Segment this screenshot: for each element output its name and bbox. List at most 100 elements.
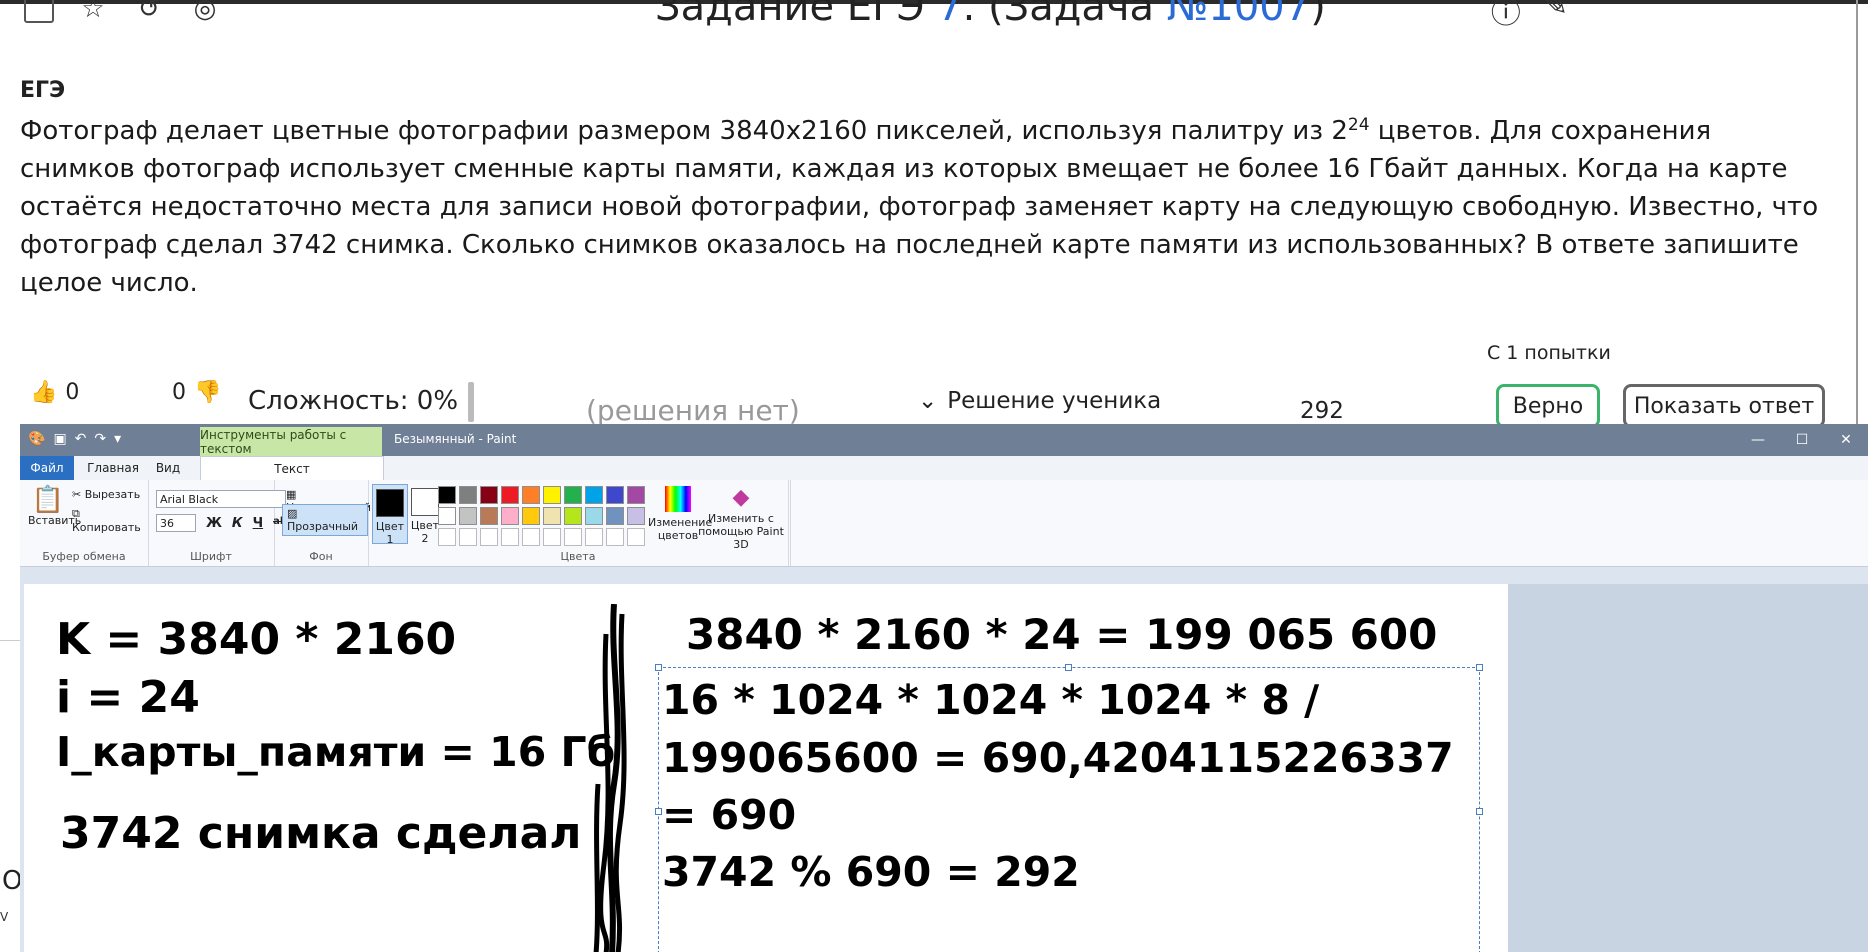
thumbs-down-icon: 👎 bbox=[194, 380, 222, 405]
save-icon[interactable]: ▣ bbox=[53, 431, 66, 447]
resize-handle[interactable] bbox=[655, 808, 662, 815]
cut-button[interactable]: ✂ Вырезать bbox=[72, 488, 140, 501]
minimize-icon[interactable]: — bbox=[1736, 424, 1780, 456]
palette-swatch[interactable] bbox=[480, 528, 498, 546]
tab-file[interactable]: Файл bbox=[20, 456, 74, 480]
palette-swatch[interactable] bbox=[438, 528, 456, 546]
task-actions: ⓘ ✎ bbox=[1491, 0, 1568, 32]
palette-swatch[interactable] bbox=[606, 486, 624, 504]
palette-swatch[interactable] bbox=[522, 528, 540, 546]
edit-pencil-icon[interactable]: ✎ bbox=[1543, 0, 1568, 32]
paint-window-title: Безымянный - Paint bbox=[394, 432, 517, 446]
copy-icon: ⧉ bbox=[72, 507, 80, 520]
italic-button[interactable]: К bbox=[232, 516, 243, 531]
palette-swatch[interactable] bbox=[585, 486, 603, 504]
palette-swatch[interactable] bbox=[627, 486, 645, 504]
attempts-label: С 1 попытки bbox=[1487, 342, 1611, 364]
hide-eye-icon[interactable]: ◎ bbox=[188, 0, 222, 24]
close-icon[interactable]: ✕ bbox=[1824, 424, 1868, 456]
palette-swatch[interactable] bbox=[459, 507, 477, 525]
canvas-line: K = 3840 * 2160 bbox=[56, 614, 457, 665]
resize-handle[interactable] bbox=[1065, 664, 1072, 671]
palette-swatch[interactable] bbox=[627, 528, 645, 546]
font-family-select[interactable]: Arial Black bbox=[156, 490, 286, 508]
palette-swatch[interactable] bbox=[606, 507, 624, 525]
palette-swatch[interactable] bbox=[585, 528, 603, 546]
palette-swatch[interactable] bbox=[543, 486, 561, 504]
paint3d-button[interactable]: ◆ Изменить с помощью Paint 3D bbox=[696, 484, 786, 551]
palette-swatch[interactable] bbox=[480, 486, 498, 504]
color1-button[interactable]: Цвет 1 bbox=[372, 484, 408, 546]
palette-swatch[interactable] bbox=[522, 507, 540, 525]
customize-icon[interactable]: ▾ bbox=[114, 431, 121, 447]
paste-button[interactable]: 📋 Вставить bbox=[28, 486, 81, 527]
correct-button[interactable]: Верно bbox=[1496, 384, 1600, 428]
bold-button[interactable]: Ж bbox=[206, 516, 222, 531]
task-type-link[interactable]: 7 bbox=[937, 0, 962, 30]
history-icon[interactable]: ↺ bbox=[132, 0, 166, 24]
palette-swatch[interactable] bbox=[627, 507, 645, 525]
title-prefix: Задание ЕГЭ bbox=[655, 0, 938, 30]
palette-swatch[interactable] bbox=[564, 507, 582, 525]
ribbon-tabs: Файл Главная Вид Текст bbox=[20, 456, 1868, 481]
palette-swatch[interactable] bbox=[501, 528, 519, 546]
resize-handle[interactable] bbox=[1476, 808, 1483, 815]
palette-swatch[interactable] bbox=[438, 507, 456, 525]
tab-view[interactable]: Вид bbox=[148, 456, 188, 480]
canvas-line: = 690 bbox=[662, 791, 797, 839]
text-tools-context-tab: Инструменты работы с текстом bbox=[200, 427, 382, 456]
report-icon[interactable]: ⓘ bbox=[1491, 0, 1521, 32]
star-icon[interactable]: ☆ bbox=[76, 0, 110, 24]
copy-label: Копировать bbox=[72, 521, 141, 534]
canvas-line: 3840 * 2160 * 24 = 199 065 600 bbox=[686, 610, 1438, 659]
left-fragment-small: V bbox=[0, 910, 9, 924]
task-toolbar: ☆ ↺ ◎ bbox=[24, 0, 222, 26]
transparent-option[interactable]: ▨ Прозрачный bbox=[282, 504, 368, 536]
font-size-select[interactable]: 36 bbox=[156, 514, 196, 532]
window-controls: — ☐ ✕ bbox=[1736, 424, 1868, 456]
copy-button[interactable]: ⧉ Копировать bbox=[72, 507, 148, 534]
difficulty-label: Сложность: 0% bbox=[248, 386, 459, 416]
resize-handle[interactable] bbox=[1476, 664, 1483, 671]
student-solution-toggle[interactable]: ⌄ Решение ученика bbox=[918, 388, 1161, 414]
palette-swatch[interactable] bbox=[438, 486, 456, 504]
chevron-down-icon: ⌄ bbox=[918, 388, 938, 414]
palette-swatch[interactable] bbox=[501, 486, 519, 504]
color2-button[interactable]: Цвет 2 bbox=[408, 484, 442, 545]
student-solution-label: Решение ученика bbox=[947, 388, 1162, 414]
divider bbox=[468, 382, 474, 422]
palette-swatch[interactable] bbox=[459, 528, 477, 546]
maximize-icon[interactable]: ☐ bbox=[1780, 424, 1824, 456]
canvas-line: 3742 % 690 = 292 bbox=[662, 848, 1080, 896]
redo-icon[interactable]: ↷ bbox=[94, 431, 106, 447]
palette-swatch[interactable] bbox=[501, 507, 519, 525]
clipboard-group: 📋 Вставить ✂ Вырезать ⧉ Копировать Буфер… bbox=[20, 480, 149, 566]
like-count: 0 bbox=[65, 380, 80, 405]
paint-titlebar: 🎨 ▣ ↶ ↷ ▾ Инструменты работы с текстом Б… bbox=[20, 424, 1868, 456]
tab-text[interactable]: Текст bbox=[200, 456, 384, 481]
like-button[interactable]: 👍 0 bbox=[30, 380, 79, 405]
palette-swatch[interactable] bbox=[522, 486, 540, 504]
select-checkbox[interactable] bbox=[24, 0, 54, 23]
palette-swatch[interactable] bbox=[543, 507, 561, 525]
palette-swatch[interactable] bbox=[564, 528, 582, 546]
cut-label: Вырезать bbox=[84, 488, 141, 501]
show-answer-button[interactable]: Показать ответ bbox=[1623, 384, 1825, 428]
underline-button[interactable]: Ч bbox=[253, 516, 264, 531]
dislike-button[interactable]: 0 👎 bbox=[172, 380, 221, 405]
drawing-canvas[interactable]: K = 3840 * 2160 i = 24 I_карты_памяти = … bbox=[24, 584, 1508, 952]
tab-home[interactable]: Главная bbox=[80, 456, 146, 480]
palette-swatch[interactable] bbox=[585, 507, 603, 525]
palette-swatch[interactable] bbox=[480, 507, 498, 525]
answer-value: 292 bbox=[1300, 398, 1344, 424]
resize-handle[interactable] bbox=[655, 664, 662, 671]
palette-swatch[interactable] bbox=[543, 528, 561, 546]
palette-swatch[interactable] bbox=[459, 486, 477, 504]
color1-swatch bbox=[376, 489, 404, 517]
task-number-link[interactable]: №1007 bbox=[1167, 0, 1310, 30]
paint3d-group: ◆ Изменить с помощью Paint 3D bbox=[692, 480, 791, 566]
paint-app-icon[interactable]: 🎨 bbox=[28, 431, 45, 447]
undo-icon[interactable]: ↶ bbox=[75, 431, 87, 447]
palette-swatch[interactable] bbox=[606, 528, 624, 546]
palette-swatch[interactable] bbox=[564, 486, 582, 504]
